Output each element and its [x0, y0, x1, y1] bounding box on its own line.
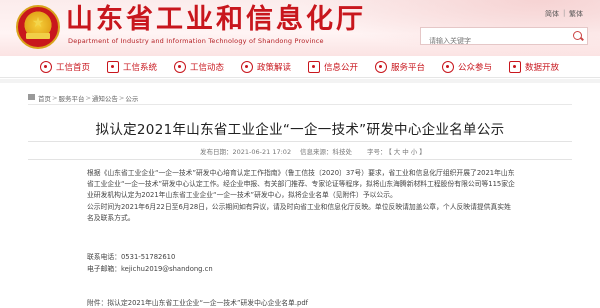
- system-icon: [107, 60, 119, 73]
- nav-item-service[interactable]: 服务平台: [375, 56, 442, 78]
- nav-item-news[interactable]: 工信动态: [174, 56, 241, 78]
- nav-shadow-bar: [0, 79, 600, 83]
- breadcrumb-separator: >: [118, 94, 125, 102]
- service-icon: [375, 60, 387, 73]
- article-title: 拟认定2021年山东省工业企业“一企一技术”研发中心企业名单公示: [95, 122, 505, 138]
- public-icon: [442, 60, 454, 73]
- article-body: 根据《山东省工业企业“一企一技术”研发中心培育认定工作指南》（鲁工信技〔2020…: [87, 168, 517, 224]
- published-label: 发布日期：: [200, 148, 233, 156]
- emblem-logo[interactable]: ★: [16, 5, 60, 49]
- nav-item-system[interactable]: 工信系统: [107, 56, 174, 78]
- divider: [28, 141, 572, 142]
- contact-phone: 联系电话：0531-51782610: [87, 252, 175, 263]
- font-size-switcher: 字号：【大中小】: [366, 146, 427, 156]
- site-title[interactable]: 山东省工业和信息化厅: [66, 5, 366, 35]
- published-date: 发布日期：2021-06-21 17:02: [200, 146, 291, 156]
- nav-item-public[interactable]: 公众参与: [442, 56, 509, 78]
- article-paragraph: 公示时间为2021年6月22日至6月28日，公示期间如有异议，请及时向省工业和信…: [87, 202, 511, 222]
- nav-label: 信息公开: [324, 62, 359, 73]
- nav-label: 服务平台: [391, 62, 426, 73]
- font-bracket: 】: [419, 148, 426, 156]
- article-paragraph: 根据《山东省工业企业“一企一技术”研发中心培育认定工作指南》（鲁工信技〔2020…: [87, 169, 515, 200]
- breadcrumb-service[interactable]: 服务平台: [58, 93, 84, 103]
- breadcrumb: 首页 > 服务平台 > 通知公告 > 公示: [28, 93, 138, 103]
- main-nav: 工信首页 工信系统 工信动态 政策解读 信息公开 服务平台 公众参与 数据开放: [0, 56, 600, 78]
- breadcrumb-separator: >: [85, 94, 91, 102]
- divider: [28, 104, 572, 105]
- published-value: 2021-06-21 17:02: [232, 148, 292, 156]
- nav-label: 工信首页: [56, 62, 91, 73]
- source-label: 信息来源：: [300, 148, 333, 156]
- emblem-star-icon: ★: [31, 15, 45, 31]
- info-icon: [308, 60, 320, 73]
- data-icon: [509, 60, 521, 73]
- lang-simplified-link[interactable]: 简体: [545, 9, 559, 19]
- emblem-base: [26, 33, 50, 39]
- nav-item-info[interactable]: 信息公开: [308, 56, 375, 78]
- site-header: ★ 山东省工业和信息化厅 Department of Industry and …: [0, 0, 600, 56]
- nav-label: 工信系统: [123, 62, 158, 73]
- contact-email: 电子邮箱：kejichu2019@shandong.cn: [87, 264, 213, 275]
- nav-label: 工信动态: [190, 62, 225, 73]
- search-input[interactable]: [421, 33, 561, 49]
- search-icon[interactable]: [571, 29, 585, 43]
- font-small-button[interactable]: 小: [411, 148, 418, 156]
- nav-item-data[interactable]: 数据开放: [509, 56, 576, 78]
- news-icon: [174, 60, 186, 73]
- contact-email-label: 电子邮箱：: [87, 265, 121, 273]
- divider: [28, 159, 572, 160]
- font-medium-button[interactable]: 中: [402, 148, 409, 156]
- contact-email-value[interactable]: kejichu2019@shandong.cn: [121, 265, 213, 273]
- breadcrumb-home-icon: [28, 94, 35, 100]
- breadcrumb-notice[interactable]: 通知公告: [92, 93, 118, 103]
- home-icon: [40, 60, 52, 73]
- policy-icon: [241, 60, 253, 73]
- breadcrumb-home[interactable]: 首页: [38, 93, 51, 103]
- attachment-link[interactable]: 附件：拟认定2021年山东省工业企业“一企一技术”研发中心企业名单.pdf: [87, 297, 308, 307]
- breadcrumb-current[interactable]: 公示: [125, 93, 138, 103]
- search-box: [420, 27, 588, 49]
- contact-phone-label: 联系电话：: [87, 253, 121, 261]
- font-bracket: 【: [388, 148, 392, 156]
- source-value: 科技处: [332, 148, 353, 156]
- nav-label: 公众参与: [458, 62, 493, 73]
- site-subtitle: Department of Industry and Information T…: [68, 37, 324, 45]
- font-large-button[interactable]: 大: [394, 148, 401, 156]
- contact-phone-value: 0531-51782610: [120, 253, 176, 261]
- lang-separator: |: [563, 9, 566, 17]
- breadcrumb-separator: >: [52, 94, 58, 102]
- nav-label: 数据开放: [525, 62, 560, 73]
- lang-traditional-link[interactable]: 繁体: [569, 9, 583, 19]
- nav-item-home[interactable]: 工信首页: [40, 56, 107, 78]
- nav-label: 政策解读: [257, 62, 292, 73]
- source: 信息来源：科技处: [300, 146, 352, 156]
- nav-item-policy[interactable]: 政策解读: [241, 56, 308, 78]
- font-size-label: 字号：: [367, 148, 387, 156]
